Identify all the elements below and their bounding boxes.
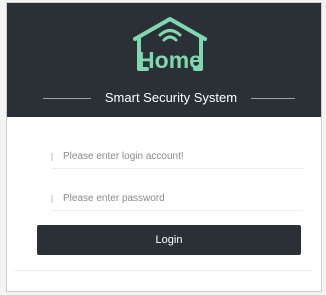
login-button[interactable]: Login: [37, 225, 301, 255]
bottom-divider: [13, 270, 313, 271]
header: Home Smart Security System: [7, 3, 321, 117]
app-title: Smart Security System: [104, 90, 238, 105]
home-logo: Home: [133, 17, 207, 73]
wifi-arc-inner: [162, 35, 178, 42]
wifi-arc-outer: [158, 29, 182, 37]
title-divider-right: [251, 98, 295, 99]
password-input[interactable]: [51, 187, 303, 211]
logo-text: Home: [138, 47, 202, 73]
login-panel: Home Smart Security System Login: [6, 2, 322, 292]
title-divider-left: [43, 98, 91, 99]
account-input[interactable]: [51, 145, 303, 169]
title-row: Smart Security System: [7, 89, 321, 107]
